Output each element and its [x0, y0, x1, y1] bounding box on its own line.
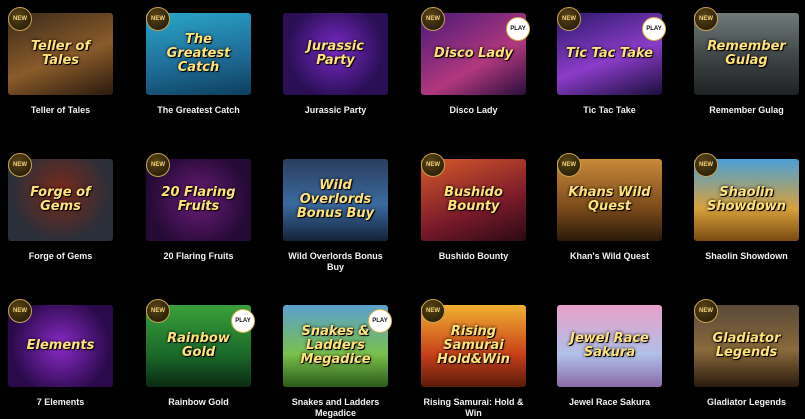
game-tile[interactable]: NEW Rising Samurai Hold&Win Rising Samurai… — [421, 299, 526, 419]
game-logo-art: Tic Tac Take — [566, 46, 653, 61]
game-title[interactable]: Remember Gulag — [694, 105, 799, 116]
game-logo-art: Khans Wild Quest — [568, 185, 651, 214]
new-badge-icon: NEW — [146, 7, 170, 31]
play-badge-icon: PLAY — [368, 309, 392, 333]
new-badge-icon: NEW — [8, 153, 32, 177]
game-title[interactable]: Tic Tac Take — [557, 105, 662, 116]
game-tile[interactable]: NEW PLAY Disco Lady Disco Lady — [421, 7, 530, 116]
new-badge-icon: NEW — [8, 299, 32, 323]
new-badge-icon: NEW — [421, 153, 445, 177]
game-title[interactable]: Gladiator Legends — [694, 397, 799, 408]
new-badge-icon: NEW — [557, 7, 581, 31]
new-badge-icon: NEW — [8, 7, 32, 31]
game-tile[interactable]: NEW Shaolin Showdown Shaolin Showdown — [694, 153, 799, 262]
game-tile[interactable]: NEW 20 Flaring Fruits 20 Flaring Fruits — [146, 153, 251, 262]
play-badge-icon: PLAY — [231, 309, 255, 333]
game-logo-art: Remember Gulag — [707, 39, 786, 68]
game-logo-art: Jurassic Party — [307, 39, 364, 68]
new-badge-icon: NEW — [146, 299, 170, 323]
game-tile[interactable]: NEW The Greatest Catch The Greatest Catch — [146, 7, 251, 116]
game-title[interactable]: 20 Flaring Fruits — [146, 251, 251, 262]
game-title[interactable]: Forge of Gems — [8, 251, 113, 262]
game-tile[interactable]: NEW Elements 7 Elements — [8, 299, 113, 408]
game-title[interactable]: Shaolin Showdown — [694, 251, 799, 262]
play-badge-icon: PLAY — [506, 17, 530, 41]
game-logo-art: Elements — [26, 338, 95, 353]
new-badge-icon: NEW — [557, 153, 581, 177]
game-title[interactable]: Jewel Race Sakura — [557, 397, 662, 408]
game-title[interactable]: Rainbow Gold — [146, 397, 251, 408]
game-title[interactable]: Bushido Bounty — [421, 251, 526, 262]
game-title[interactable]: Wild Overlords Bonus Buy — [283, 251, 388, 273]
game-tile[interactable]: Wild Overlords Bonus Buy Wild Overlords B… — [283, 159, 388, 273]
game-title[interactable]: The Greatest Catch — [146, 105, 251, 116]
game-tile[interactable]: NEW Teller of Tales Teller of Tales — [8, 7, 113, 116]
game-title[interactable]: 7 Elements — [8, 397, 113, 408]
game-tile[interactable]: NEW Forge of Gems Forge of Gems — [8, 153, 113, 262]
game-tile[interactable]: NEW Bushido Bounty Bushido Bounty — [421, 153, 526, 262]
game-tile[interactable]: NEW Khans Wild Quest Khan's Wild Quest — [557, 153, 662, 262]
game-logo-art: Bushido Bounty — [444, 185, 503, 214]
game-thumbnail[interactable]: Jewel Race Sakura — [557, 305, 662, 387]
game-title[interactable]: Teller of Tales — [8, 105, 113, 116]
new-badge-icon: NEW — [694, 153, 718, 177]
game-logo-art: Jewel Race Sakura — [570, 331, 649, 360]
new-badge-icon: NEW — [694, 7, 718, 31]
game-logo-art: The Greatest Catch — [166, 32, 231, 75]
game-logo-art: Snakes & Ladders Megadice — [300, 324, 371, 367]
game-title[interactable]: Jurassic Party — [283, 105, 388, 116]
new-badge-icon: NEW — [421, 299, 445, 323]
game-logo-art: Rainbow Gold — [167, 331, 230, 360]
game-logo-art: 20 Flaring Fruits — [161, 185, 236, 214]
game-title[interactable]: Khan's Wild Quest — [557, 251, 662, 262]
new-badge-icon: NEW — [146, 153, 170, 177]
game-tile[interactable]: NEW PLAY Tic Tac Take Tic Tac Take — [557, 7, 666, 116]
game-tile[interactable]: Jurassic Party Jurassic Party — [283, 13, 388, 116]
game-thumbnail[interactable]: Jurassic Party — [283, 13, 388, 95]
game-tile[interactable]: NEW PLAY Rainbow Gold Rainbow Gold — [146, 299, 255, 408]
game-title[interactable]: Disco Lady — [421, 105, 526, 116]
game-tile[interactable]: NEW Gladiator Legends Gladiator Legends — [694, 299, 799, 408]
game-logo-art: Gladiator Legends — [712, 331, 781, 360]
game-tile[interactable]: PLAY Snakes & Ladders Megadice Snakes and … — [283, 305, 392, 419]
game-tile[interactable]: Jewel Race Sakura Jewel Race Sakura — [557, 305, 662, 408]
game-logo-art: Teller of Tales — [30, 39, 91, 68]
new-badge-icon: NEW — [694, 299, 718, 323]
play-badge-icon: PLAY — [642, 17, 666, 41]
game-grid: NEW Teller of Tales Teller of Tales NEW The … — [0, 0, 805, 419]
game-logo-art: Wild Overlords Bonus Buy — [296, 178, 375, 221]
game-tile[interactable]: NEW Remember Gulag Remember Gulag — [694, 7, 799, 116]
game-logo-art: Shaolin Showdown — [706, 185, 787, 214]
game-logo-art: Disco Lady — [434, 46, 513, 61]
game-logo-art: Rising Samurai Hold&Win — [437, 324, 510, 367]
new-badge-icon: NEW — [421, 7, 445, 31]
game-thumbnail[interactable]: Wild Overlords Bonus Buy — [283, 159, 388, 241]
game-logo-art: Forge of Gems — [30, 185, 91, 214]
